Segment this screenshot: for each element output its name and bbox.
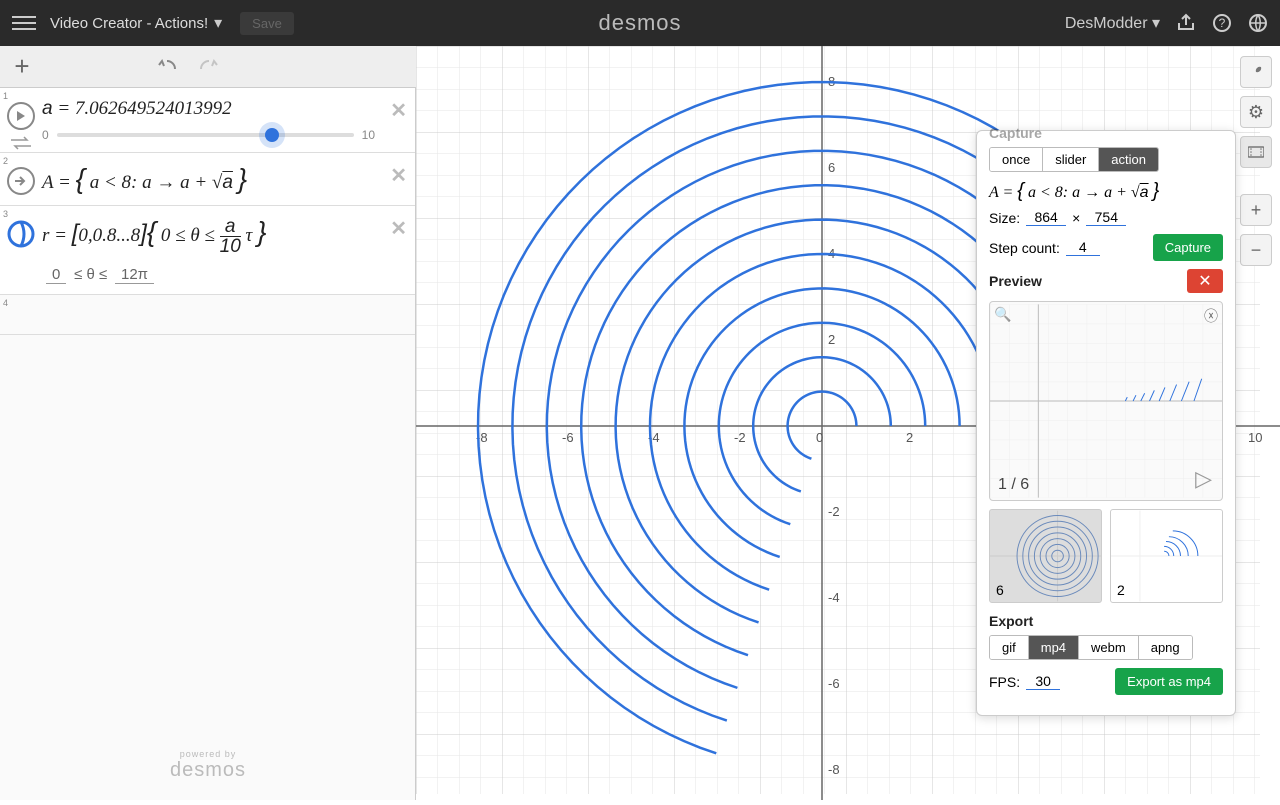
capture-heading: Capture [989,125,1223,141]
loop-icon[interactable] [7,136,35,150]
preview-counter: 1 / 6 [998,476,1029,494]
video-icon[interactable] [1240,136,1272,168]
domain-row[interactable]: 0 ≤ θ ≤ 12π [42,266,375,284]
expression-row-1[interactable]: 1 ✕ a = a = 7.0626495240139927.062649524… [0,88,415,153]
settings-icon[interactable]: ⚙ [1240,96,1272,128]
preview-close-button[interactable]: ✕ [1187,269,1223,293]
close-icon[interactable]: ✕ [390,216,407,241]
svg-text:?: ? [1219,16,1226,30]
expression-list: 1 ✕ a = a = 7.0626495240139927.062649524… [0,88,416,800]
expression-row-3[interactable]: 3 ✕ r = [0,0.8...8]{ 0 ≤ θ ≤ a10 τ } 0 ≤… [0,206,415,295]
globe-icon[interactable] [1248,13,1268,33]
redo-button[interactable] [198,58,220,76]
svg-text:-2: -2 [734,430,746,445]
close-icon[interactable]: ✕ [390,98,407,123]
tab-action[interactable]: action [1099,148,1158,171]
slider-track[interactable] [57,133,354,137]
graph-controls: ⚙ + − [1240,56,1272,266]
share-icon[interactable] [1176,13,1196,33]
thumbnail-2[interactable]: 2 [1110,509,1223,603]
play-slider-icon[interactable] [7,102,35,130]
svg-text:10: 10 [1248,430,1262,445]
plugin-menu[interactable]: DesModder ▾ [1065,13,1160,33]
svg-text:0: 0 [816,430,823,445]
help-icon[interactable]: ? [1212,13,1232,33]
size-width-input[interactable] [1026,209,1066,226]
fps-input[interactable] [1026,673,1060,690]
action-formula: A = { a < 8: a → a + √a } [989,180,1223,203]
step-count-input[interactable] [1066,239,1100,256]
capture-mode-tabs: once slider action [989,147,1159,172]
export-button[interactable]: Export as mp4 [1115,668,1223,695]
svg-text:-2: -2 [828,504,840,519]
preview-heading: Preview [989,273,1042,289]
svg-text:2: 2 [906,430,913,445]
zoom-in-button[interactable]: + [1240,194,1272,226]
graph-title[interactable]: Video Creator - Actions! [50,15,208,32]
preview-zoom-icon[interactable]: 🔍 [994,306,1011,323]
svg-text:-6: -6 [562,430,574,445]
tab-once[interactable]: once [990,148,1043,171]
svg-text:-6: -6 [828,676,840,691]
thumbnail-1[interactable]: 6 [989,509,1102,603]
preview-box: 🔍 ⓧ ▷ 1 / 6 [989,301,1223,501]
format-webm[interactable]: webm [1079,636,1139,659]
svg-text:-8: -8 [828,762,840,777]
svg-text:2: 2 [828,332,835,347]
slider-thumb[interactable] [265,128,279,142]
export-format-tabs: gif mp4 webm apng [989,635,1193,660]
brand-logo: desmos [598,10,681,36]
preview-play-icon[interactable]: ▷ [1195,466,1212,492]
chevron-down-icon[interactable]: ▾ [214,13,222,33]
svg-text:-4: -4 [828,590,840,605]
expression-formula[interactable]: r = [0,0.8...8]{ 0 ≤ θ ≤ a10 τ } [42,216,375,256]
powered-by: powered by desmos [0,749,416,782]
tab-slider[interactable]: slider [1043,148,1099,171]
run-action-icon[interactable] [7,167,35,195]
expression-row-4[interactable]: 4 [0,295,415,335]
format-mp4[interactable]: mp4 [1029,636,1079,659]
expression-formula[interactable]: A = { a < 8: a → a + √a } [42,163,375,195]
video-creator-panel: Capture once slider action A = { a < 8: … [976,130,1236,716]
capture-button[interactable]: Capture [1153,234,1223,261]
zoom-out-button[interactable]: − [1240,234,1272,266]
wrench-icon[interactable] [1240,56,1272,88]
color-swatch-icon[interactable] [7,220,35,248]
add-expression-button[interactable]: + [8,51,36,82]
undo-button[interactable] [156,58,178,76]
preview-clear-icon[interactable]: ⓧ [1204,306,1218,326]
export-heading: Export [989,613,1223,629]
format-apng[interactable]: apng [1139,636,1192,659]
close-icon[interactable]: ✕ [390,163,407,188]
expression-formula[interactable]: a = a = 7.0626495240139927.0626495240139… [42,98,375,120]
save-button[interactable]: Save [240,12,294,35]
svg-text:6: 6 [828,160,835,175]
format-gif[interactable]: gif [990,636,1029,659]
expression-row-2[interactable]: 2 ✕ A = { a < 8: a → a + √a } [0,153,415,206]
app-header: Video Creator - Actions! ▾ Save desmos D… [0,0,1280,46]
menu-icon[interactable] [12,16,36,30]
size-height-input[interactable] [1086,209,1126,226]
